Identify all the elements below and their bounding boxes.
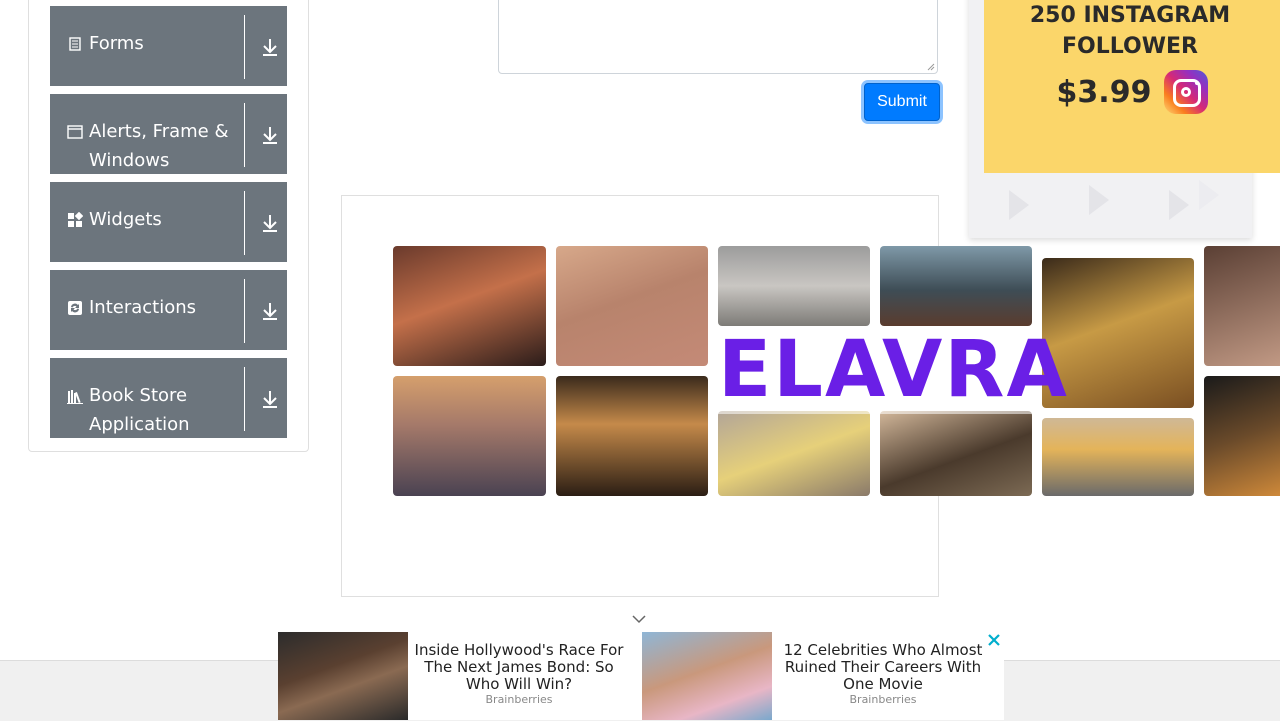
sidebar-group-forms[interactable]: Forms (50, 6, 287, 86)
divider (244, 367, 245, 431)
divider (244, 191, 245, 255)
sidebar-group-interactions[interactable]: Interactions (50, 270, 287, 350)
ad-line-1: 250 INSTAGRAM (1029, 3, 1231, 28)
books-icon (67, 390, 83, 404)
sidebar-group-label: Book Store Application (89, 385, 190, 435)
collage-image (1204, 246, 1280, 366)
instagram-ad[interactable]: 250 INSTAGRAM FOLLOWER $3.99 (984, 0, 1280, 173)
close-icon[interactable] (985, 631, 1003, 649)
window-icon (67, 125, 83, 139)
sidebar-group-label: Alerts, Frame & Windows (89, 121, 229, 171)
divider (244, 279, 245, 343)
collage-image (393, 376, 546, 496)
divider (244, 15, 245, 79)
sidebar-group-alerts-frame-windows[interactable]: Alerts, Frame & Windows (50, 94, 287, 174)
download-icon[interactable] (259, 123, 281, 147)
sidebar-group-label: Forms (89, 33, 144, 54)
sidebar-panel: Forms Alerts, Frame & Windows Widgets In… (28, 0, 309, 452)
bottom-ad-container[interactable]: Inside Hollywood's Race For The Next Jam… (278, 632, 1004, 720)
form-icon (69, 37, 81, 51)
chevron-down-icon[interactable] (630, 612, 648, 626)
collage-image (556, 246, 708, 366)
text-area[interactable] (498, 0, 938, 74)
sidebar-group-label: Widgets (89, 209, 162, 230)
collage-image (1204, 376, 1280, 496)
collage-image (718, 411, 870, 496)
ad-line-2: FOLLOWER (1062, 34, 1198, 59)
ad-thumbnail[interactable] (278, 632, 408, 720)
ad-thumbnail[interactable] (642, 632, 772, 720)
collage-image (393, 246, 546, 366)
resize-handle-icon[interactable] (927, 63, 935, 71)
ad-headline[interactable]: Inside Hollywood's Race For The Next Jam… (408, 642, 630, 693)
collage-image (880, 411, 1032, 496)
widgets-icon (68, 212, 83, 227)
sidebar-group-label: Interactions (89, 297, 197, 318)
brand-logo: ELAVRA (718, 325, 1069, 415)
collage-image (718, 246, 870, 326)
ad-source: Brainberries (849, 693, 917, 706)
download-icon[interactable] (259, 299, 281, 323)
download-icon[interactable] (259, 387, 281, 411)
divider (244, 103, 245, 167)
interactions-icon (68, 301, 82, 315)
download-icon[interactable] (259, 211, 281, 235)
sidebar-group-widgets[interactable]: Widgets (50, 182, 287, 262)
download-icon[interactable] (259, 35, 281, 59)
sidebar-group-book-store[interactable]: Book Store Application (50, 358, 287, 438)
collage-image (880, 246, 1032, 326)
instagram-icon (1164, 70, 1208, 114)
ad-source: Brainberries (485, 693, 553, 706)
collage-image (1042, 418, 1194, 496)
submit-button[interactable]: Submit (864, 83, 940, 121)
ad-headline[interactable]: 12 Celebrities Who Almost Ruined Their C… (772, 642, 994, 693)
collage-image (556, 376, 708, 496)
